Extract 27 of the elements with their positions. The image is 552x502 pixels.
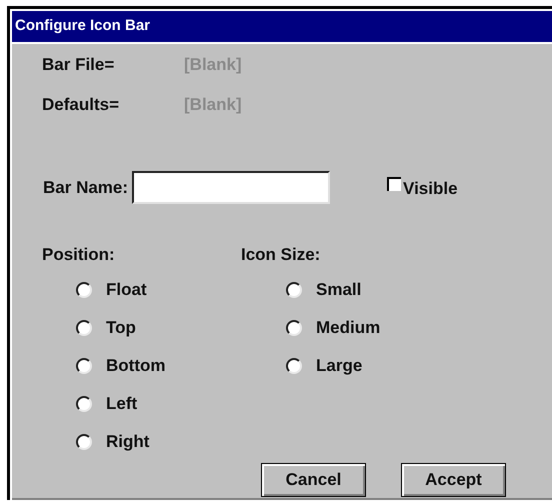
visible-checkbox[interactable]: Visible (387, 166, 458, 202)
radio-option[interactable]: Right (76, 430, 241, 454)
radio-button[interactable] (76, 358, 92, 374)
radio-button[interactable] (76, 434, 92, 450)
bar-name-field[interactable] (132, 171, 330, 204)
dialog-button[interactable]: Cancel (261, 463, 366, 497)
radio-button[interactable] (286, 320, 302, 336)
radio-option[interactable]: Small (286, 278, 441, 302)
group-label: Icon Size: (241, 244, 322, 266)
radio-option[interactable]: Left (76, 392, 241, 416)
radio-button[interactable] (76, 396, 92, 412)
radio-option[interactable]: Float (76, 278, 241, 302)
field-label: Defaults= (42, 94, 120, 116)
radio-button[interactable] (76, 320, 92, 336)
bar-name-label: Bar Name: (43, 176, 128, 199)
radio-button[interactable] (286, 282, 302, 298)
radio-option[interactable]: Bottom (76, 354, 241, 378)
radio-button[interactable] (286, 358, 302, 374)
group-label: Position: (42, 244, 116, 266)
radio-option[interactable]: Medium (286, 316, 441, 340)
checkbox[interactable] (387, 176, 402, 190)
field-label: Bar File= (42, 54, 116, 76)
radio-option[interactable]: Large (286, 354, 441, 378)
window-title: Configure Icon Bar (15, 16, 150, 36)
radio-button[interactable] (76, 282, 92, 298)
radio-option[interactable]: Top (76, 316, 241, 340)
dialog-button[interactable]: Accept (401, 463, 506, 497)
